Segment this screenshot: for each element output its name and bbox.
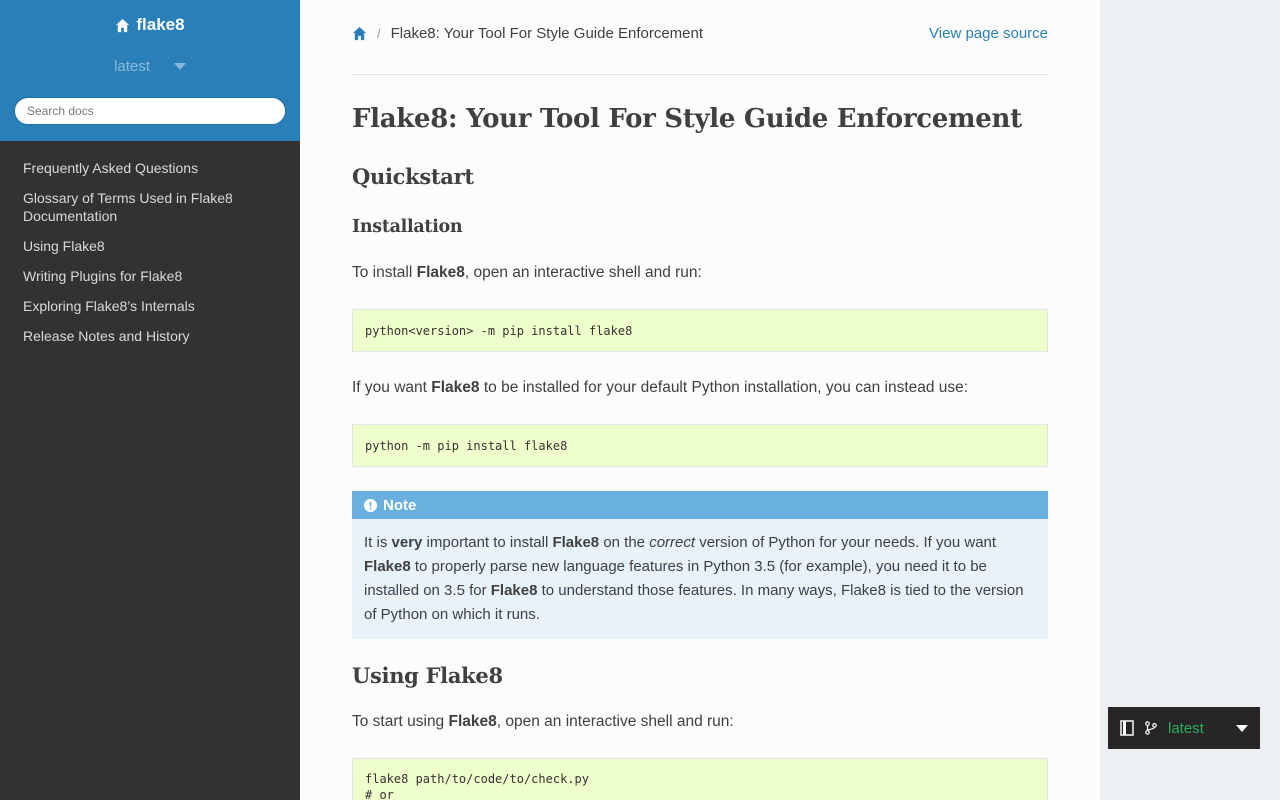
view-page-source-link[interactable]: View page source <box>929 25 1048 42</box>
home-icon <box>116 18 130 32</box>
text: important to install <box>422 534 553 551</box>
text: to be installed for your default Python … <box>479 379 969 396</box>
bold-text: Flake8 <box>364 558 411 575</box>
italic-text: correct <box>649 534 696 551</box>
text: , open an interactive shell and run: <box>464 264 702 281</box>
sidebar-item-internals[interactable]: Exploring Flake8’s Internals <box>0 297 300 315</box>
rtd-version-flyout[interactable]: latest <box>1108 707 1260 749</box>
breadcrumb-separator: / <box>377 26 381 41</box>
text: on the <box>599 534 650 551</box>
code-text: flake8 path/to/code/to/check.py <box>365 772 589 786</box>
search-form <box>14 96 286 125</box>
sidebar-item-plugins[interactable]: Writing Plugins for Flake8 <box>0 267 300 285</box>
sidebar-header: flake8 latest <box>0 0 300 141</box>
sidebar-item-glossary[interactable]: Glossary of Terms Used in Flake8 Documen… <box>0 189 300 225</box>
code-block: python -m pip install flake8 <box>352 424 1048 467</box>
bold-text: Flake8 <box>552 534 600 551</box>
note-title: Note <box>352 491 1048 519</box>
search-input[interactable] <box>14 96 286 125</box>
using-paragraph: To start using Flake8, open an interacti… <box>352 710 1048 734</box>
section-heading-using-flake8: Using Flake8 <box>352 663 503 688</box>
sidebar-nav: Frequently Asked Questions Glossary of T… <box>0 141 300 345</box>
sidebar-item-using[interactable]: Using Flake8 <box>0 237 300 255</box>
bold-text: Flake8 <box>416 264 465 281</box>
note-title-text: Note <box>383 496 417 514</box>
version-selector[interactable]: latest <box>0 58 300 75</box>
code-text: python -m pip install flake8 <box>365 438 568 453</box>
brand-link[interactable]: flake8 <box>115 15 185 35</box>
text: To start using <box>352 713 449 730</box>
section-heading-quickstart: Quickstart <box>352 164 474 189</box>
bold-text: very <box>391 534 423 551</box>
brand-name: flake8 <box>136 15 185 34</box>
text: If you want <box>352 379 432 396</box>
breadcrumb-current: Flake8: Your Tool For Style Guide Enforc… <box>390 25 704 42</box>
sidebar-item-release-notes[interactable]: Release Notes and History <box>0 327 300 345</box>
code-block: flake8 path/to/code/to/check.py # or <box>352 758 1048 800</box>
caret-down-icon <box>173 62 186 70</box>
text: It is <box>364 534 392 551</box>
book-icon <box>1120 720 1134 736</box>
git-branch-icon <box>1145 721 1157 735</box>
text: version of Python for your needs. If you… <box>695 534 997 551</box>
bold-text: Flake8 <box>490 582 538 599</box>
text: , open an interactive shell and run: <box>496 713 734 730</box>
home-icon <box>352 26 367 41</box>
page-title: Flake8: Your Tool For Style Guide Enforc… <box>352 104 1022 134</box>
text: To install <box>352 264 417 281</box>
sidebar: flake8 latest Frequently Asked Questions… <box>0 0 300 800</box>
note-admonition: Note It is very important to install Fla… <box>352 491 1048 639</box>
code-text: # or <box>365 788 394 800</box>
code-text: python<version> -m pip install flake8 <box>365 323 633 338</box>
exclamation-circle-icon <box>364 498 377 512</box>
sidebar-item-faq[interactable]: Frequently Asked Questions <box>0 159 300 177</box>
version-label: latest <box>114 57 150 75</box>
code-block: python<version> -m pip install flake8 <box>352 309 1048 352</box>
bold-text: Flake8 <box>448 713 497 730</box>
breadcrumb: / Flake8: Your Tool For Style Guide Enfo… <box>352 0 1048 75</box>
bold-text: Flake8 <box>431 379 480 396</box>
caret-down-icon <box>1236 724 1248 732</box>
breadcrumb-home-link[interactable] <box>352 26 367 41</box>
rtd-version-label: latest <box>1168 719 1204 737</box>
default-install-paragraph: If you want Flake8 to be installed for y… <box>352 376 1048 400</box>
main-content: / Flake8: Your Tool For Style Guide Enfo… <box>300 0 1100 800</box>
section-heading-installation: Installation <box>352 217 463 237</box>
install-paragraph: To install Flake8, open an interactive s… <box>352 261 1048 285</box>
note-body: It is very important to install Flake8 o… <box>352 519 1048 639</box>
